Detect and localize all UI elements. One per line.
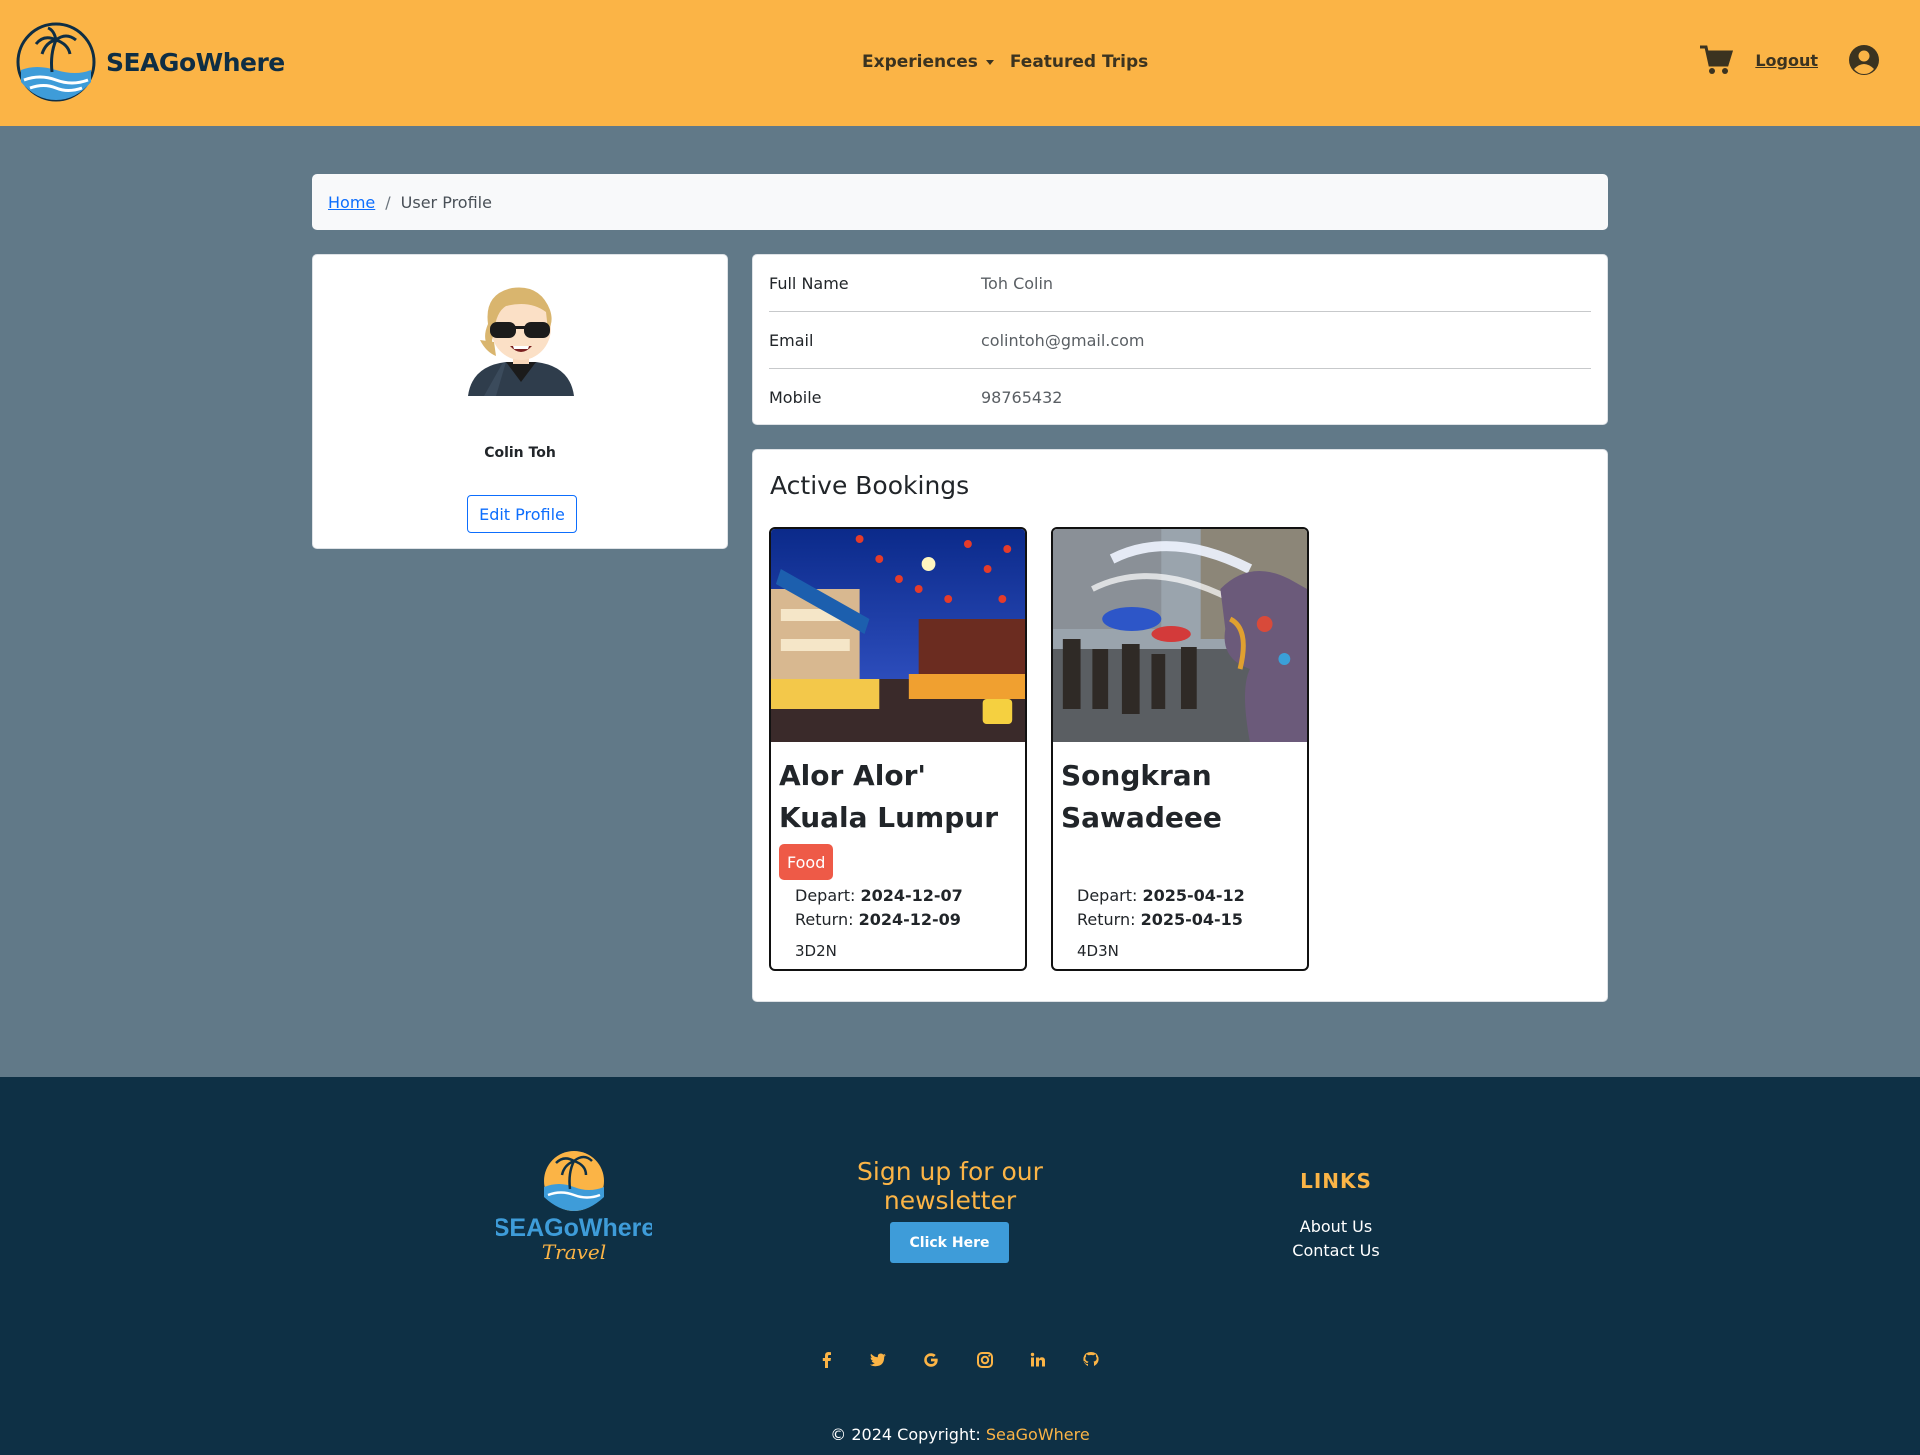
detail-value: colintoh@gmail.com [981,330,1145,350]
detail-label: Full Name [769,273,849,293]
breadcrumb-current: User Profile [400,192,492,212]
footer-link-about-us[interactable]: About Us [1236,1217,1436,1236]
footer-logo-text: SEAGoWhere [496,1214,652,1242]
active-bookings-card: Active Bookings Alor Alor' Kuala Lumpur … [752,449,1608,1002]
copyright-brand-link[interactable]: SeaGoWhere [986,1425,1090,1444]
return-label: Return: [1077,910,1136,929]
links-title: LINKS [1300,1169,1372,1193]
booking-card-kuala-lumpur[interactable]: Alor Alor' Kuala Lumpur Food Depart: 202… [769,527,1027,971]
return-date: 2024-12-09 [858,910,961,929]
booking-image-songkran-festival [1053,529,1307,742]
shopping-cart-icon[interactable] [1699,44,1734,76]
booking-tag-badge: Food [779,844,834,880]
detail-value: Toh Colin [981,273,1054,293]
edit-profile-button[interactable]: Edit Profile [467,495,577,533]
footer-link-contact-us[interactable]: Contact Us [1236,1241,1436,1260]
depart-label: Depart: [795,886,856,905]
user-circle-icon[interactable] [1848,44,1880,76]
detail-label: Mobile [769,388,822,407]
nav-experiences-label: Experiences [862,52,978,72]
main-nav: Experiences Featured Trips [862,52,1148,72]
booking-title: Alor Alor' Kuala Lumpur [779,759,999,834]
breadcrumb-separator: / [385,192,391,212]
booking-dates: Depart: 2025-04-12 Return: 2025-04-15 [1077,884,1245,932]
footer-logo-script: Travel [542,1240,606,1264]
depart-line: Depart: 2024-12-07 [795,884,963,908]
return-label: Return: [795,910,854,929]
newsletter-signup-button[interactable]: Click Here [890,1222,1009,1263]
booking-title: Songkran Sawadeee [1061,759,1222,834]
detail-row-full-name: Full Name Toh Colin [769,255,1591,312]
detail-value: 98765432 [981,388,1063,407]
logout-link[interactable]: Logout [1755,51,1818,70]
brand-logo-icon [16,22,96,102]
booking-duration: 3D2N [795,942,837,960]
profile-details-card: Full Name Toh Colin Email colintoh@gmail… [752,254,1608,425]
detail-row-mobile: Mobile 98765432 [769,369,1591,426]
profile-name: Colin Toh [484,445,556,461]
return-date: 2025-04-15 [1140,910,1243,929]
profile-card: Colin Toh Edit Profile [312,254,728,549]
nav-featured-trips-label: Featured Trips [1009,52,1149,72]
caret-down-icon [985,59,994,65]
footer-brand-logo[interactable]: SEAGoWhere Travel [496,1147,652,1267]
booking-dates: Depart: 2024-12-07 Return: 2024-12-09 [795,884,963,932]
brand-name: SEAGoWhere [106,47,285,77]
depart-label: Depart: [1077,886,1138,905]
depart-line: Depart: 2025-04-12 [1077,884,1245,908]
booking-card-songkran[interactable]: Songkran Sawadeee Depart: 2025-04-12 Ret… [1051,527,1309,971]
breadcrumb: Home / User Profile [312,174,1608,230]
github-icon[interactable] [1082,1351,1100,1369]
nav-actions: Logout [1699,44,1880,76]
return-line: Return: 2025-04-15 [1077,908,1245,932]
instagram-icon[interactable] [976,1351,994,1369]
breadcrumb-home-link[interactable]: Home [328,193,375,212]
booking-image-night-market [771,529,1025,742]
newsletter-title: Sign up for our newsletter [857,1157,1043,1215]
depart-date: 2025-04-12 [1142,886,1245,905]
booking-duration: 4D3N [1077,942,1119,960]
twitter-icon[interactable] [869,1351,887,1369]
detail-label: Email [769,330,814,350]
active-bookings-title: Active Bookings [770,471,970,500]
main-content: Home / User Profile Colin Toh Edit Profi… [0,126,1920,1078]
nav-experiences-dropdown[interactable]: Experiences [862,52,994,72]
nav-featured-trips[interactable]: Featured Trips [1010,52,1148,72]
top-navbar: SEAGoWhere Experiences Featured Trips Lo… [0,0,1920,126]
brand[interactable]: SEAGoWhere [16,22,285,102]
linkedin-icon[interactable] [1029,1351,1047,1369]
facebook-icon[interactable] [818,1351,836,1369]
copyright-prefix: © 2024 Copyright: [830,1425,981,1444]
google-icon[interactable] [922,1351,940,1369]
copyright: © 2024 Copyright: SeaGoWhere [0,1425,1920,1444]
site-footer: SEAGoWhere Travel Sign up for our newsle… [0,1077,1920,1455]
depart-date: 2024-12-07 [860,886,963,905]
avatar [468,287,574,396]
detail-row-email: Email colintoh@gmail.com [769,312,1591,369]
return-line: Return: 2024-12-09 [795,908,963,932]
